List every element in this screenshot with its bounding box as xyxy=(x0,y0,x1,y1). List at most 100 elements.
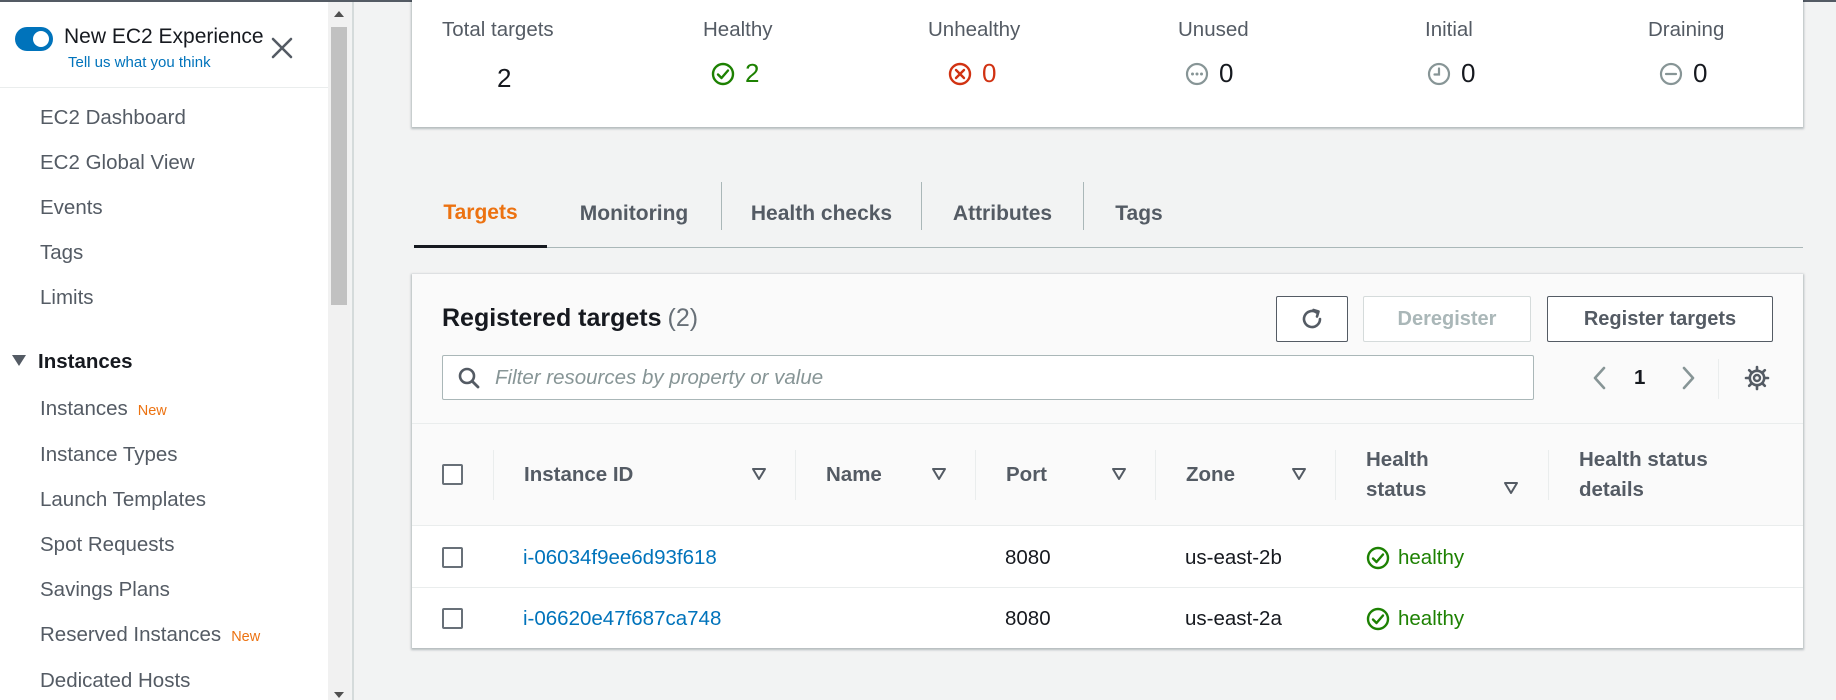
column-header-instance-id[interactable]: Instance ID xyxy=(524,424,633,526)
stat-label: Draining xyxy=(1648,18,1725,41)
sidebar-scrollbar[interactable] xyxy=(328,2,350,700)
sort-down-icon[interactable] xyxy=(931,467,947,481)
stat-value-wrap: 2 xyxy=(711,58,759,89)
minus-circle-icon xyxy=(1659,62,1683,85)
gear-icon[interactable] xyxy=(1744,365,1770,391)
stat-value-wrap: 0 xyxy=(1427,58,1475,89)
section-label: Instances xyxy=(38,350,133,373)
targets-summary-card: Total targets 2 Healthy 2 Unhealthy 0 Un… xyxy=(412,0,1803,127)
stat-initial: Initial 0 xyxy=(1425,18,1475,88)
ellipsis-circle-icon xyxy=(1185,62,1209,85)
deregister-button[interactable]: Deregister xyxy=(1363,296,1531,342)
table-row[interactable]: i-06620e47f687ca748 8080 us-east-2a heal… xyxy=(412,588,1803,649)
sort-down-icon[interactable] xyxy=(1111,467,1127,481)
panel-header: Registered targets (2) Deregister Registe… xyxy=(412,274,1803,424)
registered-targets-panel: Registered targets (2) Deregister Registe… xyxy=(412,274,1803,648)
sidebar-item-savings-plans[interactable]: Savings Plans xyxy=(40,578,170,602)
stat-unhealthy: Unhealthy 0 xyxy=(928,18,1021,88)
header-line: status xyxy=(1366,478,1427,501)
experience-header: New EC2 Experience Tell us what you thin… xyxy=(0,2,328,88)
tab-monitoring[interactable]: Monitoring xyxy=(547,180,721,247)
sidebar-item-spot-requests[interactable]: Spot Requests xyxy=(40,533,174,557)
tab-health-checks[interactable]: Health checks xyxy=(722,180,921,247)
error-x-icon xyxy=(948,62,972,85)
sidebar-item-ec2-dashboard[interactable]: EC2 Dashboard xyxy=(40,106,186,130)
chevron-left-icon[interactable] xyxy=(1590,365,1610,391)
refresh-icon xyxy=(1302,308,1322,329)
cell-health-status: healthy xyxy=(1366,588,1464,649)
sidebar-item-limits[interactable]: Limits xyxy=(40,286,94,310)
stat-value-wrap: 0 xyxy=(1185,58,1233,89)
page-number[interactable]: 1 xyxy=(1634,366,1645,390)
column-header-port[interactable]: Port xyxy=(1006,424,1047,526)
sidebar-item-ec2-global-view[interactable]: EC2 Global View xyxy=(40,151,195,175)
table-header: Instance ID Name Port Zone Health status… xyxy=(412,424,1803,526)
health-status-text: healthy xyxy=(1398,545,1465,569)
sidebar-item-instance-types[interactable]: Instance Types xyxy=(40,443,178,467)
instance-id-link[interactable]: i-06620e47f687ca748 xyxy=(523,588,721,649)
column-header-zone[interactable]: Zone xyxy=(1186,424,1235,526)
sidebar-item-launch-templates[interactable]: Launch Templates xyxy=(40,488,206,512)
sidebar-section-instances[interactable]: Instances xyxy=(12,350,133,374)
sort-down-icon[interactable] xyxy=(1291,467,1307,481)
panel-title: Registered targets (2) xyxy=(442,304,698,333)
cell-zone: us-east-2b xyxy=(1185,545,1282,569)
new-badge: New xyxy=(137,403,167,419)
content-divider xyxy=(352,2,354,700)
sort-down-icon[interactable] xyxy=(1503,481,1519,495)
success-check-icon xyxy=(1366,607,1390,630)
column-header-health-status-details[interactable]: Health status details xyxy=(1579,424,1708,526)
scroll-up-arrow-icon[interactable] xyxy=(334,11,344,17)
column-header-health-status[interactable]: Health status xyxy=(1366,424,1429,526)
column-header-name[interactable]: Name xyxy=(826,424,882,526)
refresh-button[interactable] xyxy=(1276,296,1348,342)
column-separator xyxy=(493,450,494,500)
cell-zone: us-east-2a xyxy=(1185,606,1282,630)
sort-down-icon[interactable] xyxy=(751,467,767,481)
stat-label: Unhealthy xyxy=(928,18,1021,41)
success-check-icon xyxy=(711,62,735,85)
header-line: Health xyxy=(1366,448,1429,471)
tab-tags[interactable]: Tags xyxy=(1084,180,1194,247)
header-line: Health status xyxy=(1579,448,1708,471)
column-separator xyxy=(1155,450,1156,500)
sidebar-item-tags[interactable]: Tags xyxy=(40,241,83,265)
caret-down-icon xyxy=(12,355,26,367)
success-check-icon xyxy=(1366,546,1390,569)
row-checkbox[interactable] xyxy=(442,608,463,629)
cell-port: 8080 xyxy=(1005,545,1051,569)
sidebar-item-dedicated-hosts[interactable]: Dedicated Hosts xyxy=(40,669,190,693)
stat-value: 0 xyxy=(1693,58,1708,88)
chevron-right-icon[interactable] xyxy=(1678,365,1698,391)
cell-port: 8080 xyxy=(1005,606,1051,630)
stat-value-wrap: 0 xyxy=(1659,58,1707,89)
column-separator xyxy=(795,450,796,500)
sidebar-item-reserved-instances[interactable]: Reserved Instances New xyxy=(40,623,260,647)
close-icon[interactable] xyxy=(270,36,294,60)
stat-value: 0 xyxy=(1461,58,1476,88)
sidebar-item-events[interactable]: Events xyxy=(40,196,103,220)
new-badge: New xyxy=(231,629,261,645)
row-checkbox[interactable] xyxy=(442,547,463,568)
feedback-link[interactable]: Tell us what you think xyxy=(68,54,211,71)
stat-label: Healthy xyxy=(703,18,773,41)
filter-search-box[interactable] xyxy=(442,355,1534,400)
pager-divider xyxy=(1718,359,1719,399)
stat-value: 0 xyxy=(982,58,997,88)
sidebar-item-instances[interactable]: Instances New xyxy=(40,397,167,421)
tab-attributes[interactable]: Attributes xyxy=(922,180,1083,247)
register-targets-button[interactable]: Register targets xyxy=(1547,296,1773,342)
new-experience-toggle[interactable] xyxy=(15,27,53,51)
stat-label: Total targets xyxy=(442,18,554,41)
column-separator xyxy=(975,450,976,500)
table-row[interactable]: i-06034f9ee6d93f618 8080 us-east-2b heal… xyxy=(412,527,1803,588)
scrollbar-thumb[interactable] xyxy=(331,27,347,305)
select-all-checkbox[interactable] xyxy=(442,464,463,485)
instance-id-link[interactable]: i-06034f9ee6d93f618 xyxy=(523,527,717,588)
scroll-down-arrow-icon[interactable] xyxy=(334,692,344,698)
stat-draining: Draining 0 xyxy=(1648,18,1725,88)
stat-value: 0 xyxy=(1219,58,1234,88)
sidebar-nav: New EC2 Experience Tell us what you thin… xyxy=(0,2,328,700)
filter-input[interactable] xyxy=(495,356,1525,399)
tab-targets[interactable]: Targets xyxy=(414,180,547,248)
